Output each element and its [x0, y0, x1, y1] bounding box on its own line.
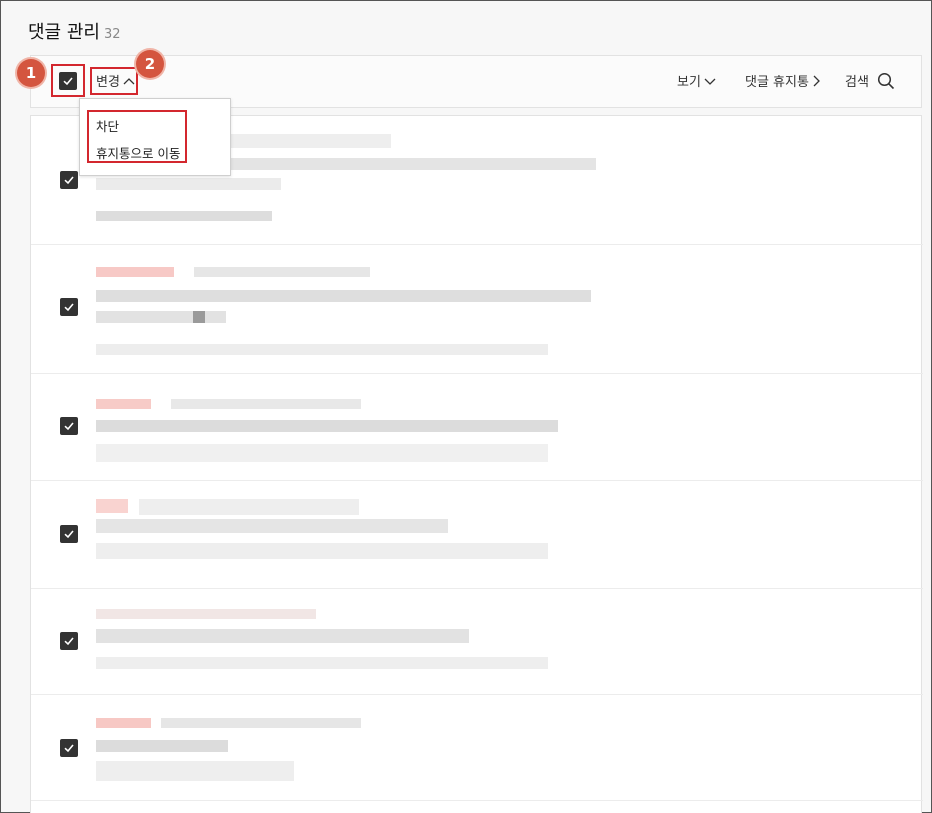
chevron-down-icon [704, 78, 716, 85]
blurred-content [96, 420, 558, 432]
row-checkbox[interactable] [60, 171, 78, 189]
comment-row[interactable] [31, 589, 923, 695]
comment-row[interactable] [31, 374, 923, 481]
highlight-box-menu [87, 110, 187, 163]
search-button[interactable]: 검색 [845, 71, 895, 90]
blurred-content [96, 267, 174, 277]
step-badge-1: 1 [17, 59, 45, 87]
chevron-right-icon [813, 75, 820, 86]
title-text: 댓글 관리 [28, 22, 100, 43]
comment-row[interactable] [31, 481, 923, 589]
search-icon [877, 72, 894, 89]
row-checkbox[interactable] [60, 298, 78, 316]
blurred-content [96, 290, 591, 302]
blurred-content [96, 311, 226, 323]
blurred-content [194, 267, 370, 277]
blurred-content [171, 399, 361, 409]
step-badge-2: 2 [136, 50, 164, 78]
trash-label: 댓글 휴지통 [745, 75, 809, 90]
blurred-content [96, 519, 448, 533]
comment-row[interactable] [31, 245, 923, 374]
blurred-content [96, 499, 128, 513]
page-title: 댓글 관리 32 [28, 18, 121, 44]
highlight-box-change [90, 67, 138, 95]
comment-row[interactable] [31, 695, 923, 801]
blurred-content [96, 629, 469, 643]
view-button[interactable]: 보기 [677, 71, 716, 90]
search-label: 검색 [845, 75, 869, 90]
check-icon [64, 303, 74, 312]
blurred-content [96, 399, 151, 409]
row-checkbox[interactable] [60, 632, 78, 650]
blurred-content [96, 657, 548, 669]
blurred-content [96, 718, 151, 728]
view-label: 보기 [677, 75, 701, 90]
check-icon [64, 176, 74, 185]
comment-list [30, 115, 923, 813]
blurred-content [96, 543, 548, 559]
check-icon [64, 744, 74, 753]
blurred-content [161, 718, 361, 728]
blurred-content [231, 134, 391, 148]
comment-count: 32 [103, 27, 121, 42]
comment-trash-link[interactable]: 댓글 휴지통 [745, 71, 820, 90]
blurred-content [193, 311, 205, 323]
row-checkbox[interactable] [60, 525, 78, 543]
blurred-content [96, 444, 548, 462]
blurred-content [96, 178, 281, 190]
blurred-content [139, 499, 359, 515]
row-checkbox[interactable] [60, 739, 78, 757]
check-icon [64, 530, 74, 539]
blurred-content [96, 609, 316, 619]
blurred-content [96, 740, 228, 752]
highlight-box-checkbox [51, 64, 85, 97]
blurred-content [96, 761, 294, 781]
row-checkbox[interactable] [60, 417, 78, 435]
check-icon [64, 422, 74, 431]
blurred-content [96, 344, 548, 355]
check-icon [64, 637, 74, 646]
blurred-content [96, 211, 272, 221]
